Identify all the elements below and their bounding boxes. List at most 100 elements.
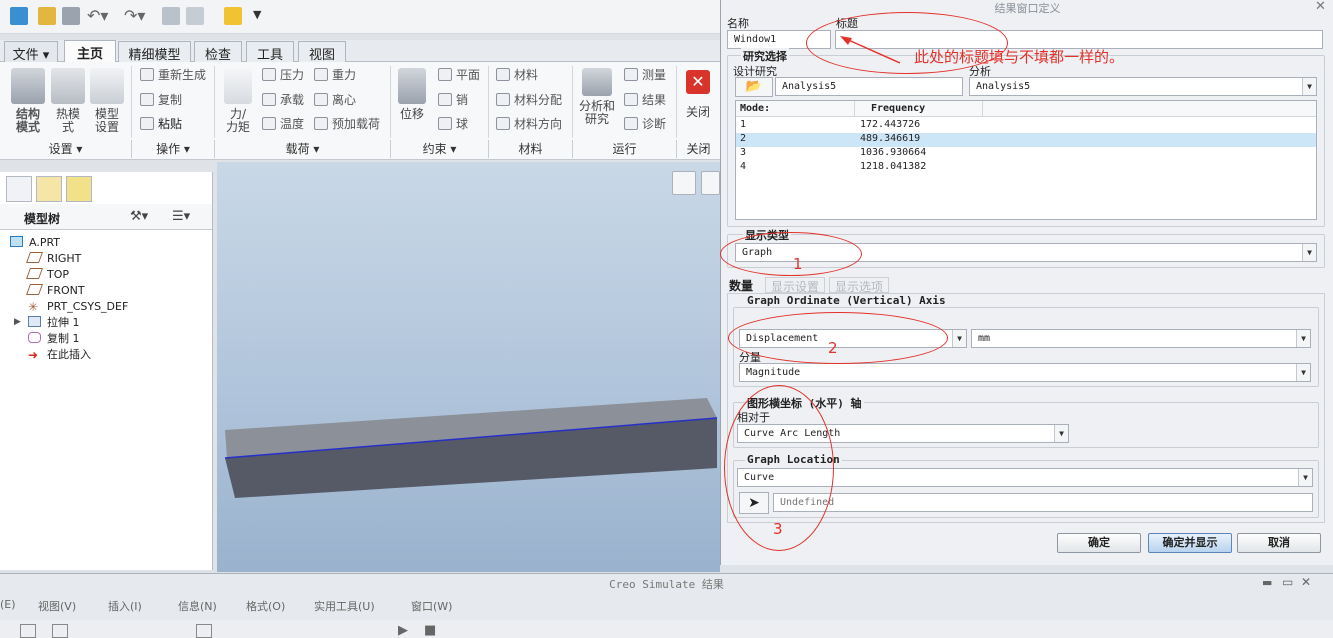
tree-item-insert-here[interactable]: ➜ 在此插入 (28, 347, 91, 363)
dialog-close-icon[interactable]: ✕ (1315, 0, 1326, 14)
menu-format[interactable]: 格式(O) (246, 598, 285, 614)
thermal-mode-button[interactable]: 热模 式 (50, 68, 86, 134)
customize-icon[interactable]: ▼ (253, 8, 261, 21)
temperature-button[interactable]: 温度 (262, 115, 304, 133)
stop-icon[interactable]: ■ (424, 623, 436, 638)
menu-view[interactable]: 视图(V) (38, 598, 76, 614)
tree-filter-icon[interactable]: ☰▾ (172, 209, 190, 224)
table-row[interactable]: 3 1036.930664 (736, 147, 1316, 161)
paste-button[interactable]: 粘贴 (140, 115, 182, 133)
material-assign-button[interactable]: 材料分配 (496, 91, 562, 109)
tab-home[interactable]: 主页 (64, 40, 116, 63)
folder-tab-icon[interactable] (36, 176, 62, 202)
tab-inspect[interactable]: 检查 (194, 41, 242, 63)
favorites-tab-icon[interactable] (66, 176, 92, 202)
menu-edit[interactable]: (E) (0, 598, 16, 611)
undefined-input[interactable] (773, 493, 1313, 512)
tab-quantity[interactable]: 数量 (729, 277, 753, 294)
minimize-icon[interactable]: ▬ (1262, 576, 1272, 589)
ok-button[interactable]: 确定 (1057, 533, 1141, 553)
expand-arrow-icon[interactable]: ▶ (14, 317, 21, 327)
paste-icon (140, 117, 154, 130)
centrifugal-button[interactable]: 离心 (314, 91, 356, 109)
copy-button[interactable]: 复制 (140, 91, 182, 109)
diagnose-icon (624, 117, 638, 130)
tree-item-front[interactable]: FRONT (25, 283, 85, 299)
pin-button[interactable]: 销 (438, 91, 468, 109)
analysis-study-button[interactable]: 分析和 研究 (576, 68, 618, 126)
tree-item-part[interactable]: A.PRT (10, 235, 60, 251)
model-setup-button[interactable]: 模型 设置 (88, 68, 126, 134)
close-ribbon-button[interactable]: ✕ 关闭 (682, 68, 714, 119)
preload-button[interactable]: 预加载荷 (314, 115, 380, 133)
results-window: Creo Simulate 结果 ▬ ▭ ✕ (E) 视图(V) 插入(I) 信… (0, 573, 1333, 638)
design-study-input[interactable]: Analysis5 (775, 77, 963, 96)
measure-button[interactable]: 测量 (624, 66, 666, 84)
group-loads[interactable]: 载荷 ▾ (215, 140, 391, 158)
ok-and-show-button[interactable]: 确定并显示 (1148, 533, 1232, 553)
group-operations[interactable]: 操作 ▾ (132, 140, 215, 158)
diagnose-button[interactable]: 诊断 (624, 115, 666, 133)
ribbon: 结构 模式 热模 式 模型 设置 重新生成 复制 粘贴 力/ 力矩 压力 承载 … (0, 62, 720, 160)
cancel-button[interactable]: 取消 (1237, 533, 1321, 553)
new-icon[interactable] (10, 7, 28, 25)
group-setup[interactable]: 设置 ▾ (0, 140, 132, 158)
table-row-selected[interactable]: 2 489.346619 (736, 133, 1316, 147)
maximize-icon[interactable]: ▭ (1282, 575, 1293, 589)
tab-view[interactable]: 视图 (298, 41, 346, 63)
preload-icon (314, 117, 328, 130)
table-row[interactable]: 1 172.443726 (736, 119, 1316, 133)
material-orient-button[interactable]: 材料方向 (496, 115, 562, 133)
folder-icon[interactable] (224, 7, 242, 25)
menu-utilities[interactable]: 实用工具(U) (314, 598, 375, 614)
tab-refine-model[interactable]: 精细模型 (118, 41, 191, 63)
menu-window[interactable]: 窗口(W) (411, 598, 452, 614)
group-constraints[interactable]: 约束 ▾ (391, 140, 489, 158)
graphics-viewport[interactable] (217, 162, 720, 572)
tree-item-csys[interactable]: ✳ PRT_CSYS_DEF (28, 299, 128, 315)
ball-button[interactable]: 球 (438, 115, 468, 133)
displacement-button[interactable]: 位移 (396, 68, 428, 121)
gravity-button[interactable]: 重力 (314, 66, 356, 84)
regenerate-button[interactable]: 重新生成 (140, 66, 206, 84)
tab-display-settings[interactable]: 显示设置 (765, 277, 825, 294)
tab-file[interactable]: 文件 ▾ (4, 41, 58, 63)
toolbar-icon[interactable] (52, 624, 68, 638)
results-button[interactable]: 结果 (624, 91, 666, 109)
thermal-icon (51, 68, 85, 104)
tree-item-right[interactable]: RIGHT (25, 251, 81, 267)
open-study-icon[interactable]: 📂 (735, 77, 773, 97)
table-row[interactable]: 4 1218.041382 (736, 161, 1316, 175)
toolbar-icon[interactable] (20, 624, 36, 638)
tab-tools[interactable]: 工具 (246, 41, 294, 63)
analysis-study-label: 分析和 研究 (578, 99, 615, 126)
redo-icon[interactable]: ↷▾ (124, 6, 145, 25)
tree-item-extrude[interactable]: 拉伸 1 (28, 315, 80, 331)
material-button[interactable]: 材料 (496, 66, 538, 84)
plane-button[interactable]: 平面 (438, 66, 480, 84)
analysis-select[interactable]: Analysis5 ▼ (969, 77, 1317, 96)
pressure-button[interactable]: 压力 (262, 66, 304, 84)
close-icon[interactable]: ✕ (1301, 575, 1311, 589)
open-icon[interactable] (38, 7, 56, 25)
mode-column-header: Mode: (740, 103, 771, 114)
model-tree-tab-icon[interactable] (6, 176, 32, 202)
force-moment-button[interactable]: 力/ 力矩 (222, 68, 254, 134)
tree-item-top[interactable]: TOP (25, 267, 69, 283)
tree-item-copy[interactable]: 复制 1 (28, 331, 80, 347)
menu-info[interactable]: 信息(N) (178, 598, 217, 614)
tree-settings-icon[interactable]: ⚒▾ (130, 209, 148, 224)
structure-mode-button[interactable]: 结构 模式 (8, 68, 48, 134)
windows-icon[interactable] (186, 7, 204, 25)
menu-insert[interactable]: 插入(I) (108, 598, 142, 614)
bearing-button[interactable]: 承载 (262, 91, 304, 109)
mode-list[interactable]: Mode: Frequency 1 172.443726 2 489.346619 … (735, 100, 1317, 220)
play-icon[interactable]: ▶ (398, 623, 408, 638)
undo-icon[interactable]: ↶▾ (87, 6, 108, 25)
component-select[interactable]: Magnitude ▼ (739, 363, 1311, 382)
toolbar-icon[interactable] (196, 624, 212, 638)
unit-select[interactable]: mm ▼ (971, 329, 1311, 348)
tab-display-options[interactable]: 显示选项 (829, 277, 889, 294)
save-icon[interactable] (62, 7, 80, 25)
regenerate-icon[interactable] (162, 7, 180, 25)
